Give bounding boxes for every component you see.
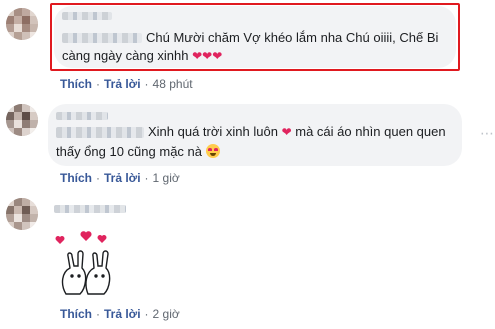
like-button[interactable]: Thích	[60, 307, 92, 321]
reply-button[interactable]: Trả lời	[104, 307, 141, 321]
more-options-icon[interactable]: ⋯	[480, 125, 494, 142]
tagged-name[interactable]	[56, 127, 144, 138]
highlight-box	[50, 3, 460, 71]
comment-actions: Thích · Trả lời · 1 giờ	[60, 171, 180, 185]
reply-button[interactable]: Trả lời	[104, 77, 141, 91]
comment-text: Xinh quá trời xinh luôn ❤ mà cái áo nhìn…	[148, 124, 446, 139]
timestamp[interactable]: 2 giờ	[153, 307, 180, 321]
avatar[interactable]	[6, 8, 38, 40]
heart-icon: ❤	[281, 125, 292, 139]
heart-eyes-emoji-icon	[205, 144, 220, 158]
bunny-icon	[61, 250, 111, 295]
avatar[interactable]	[6, 104, 38, 136]
sticker[interactable]	[52, 230, 122, 300]
comment-text-line2: thấy ổng 10 cũng mặc nà	[56, 143, 220, 161]
timestamp[interactable]: 1 giờ	[153, 171, 180, 185]
avatar[interactable]	[6, 198, 38, 230]
heart-icon	[55, 231, 107, 244]
timestamp[interactable]: 48 phút	[153, 77, 193, 91]
reply-button[interactable]: Trả lời	[104, 171, 141, 185]
commenter-name[interactable]	[56, 112, 108, 120]
comment-actions: Thích · Trả lời · 2 giờ	[60, 307, 180, 321]
like-button[interactable]: Thích	[60, 77, 92, 91]
like-button[interactable]: Thích	[60, 171, 92, 185]
comment-actions: Thích · Trả lời · 48 phút	[60, 77, 193, 91]
commenter-name[interactable]	[54, 205, 126, 213]
